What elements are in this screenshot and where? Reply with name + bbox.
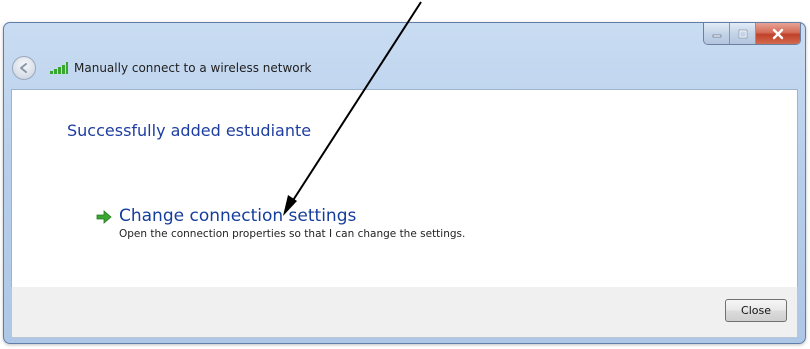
nav-bar: Manually connect to a wireless network [12,54,312,82]
minimize-button[interactable] [704,23,730,44]
option-title[interactable]: Change connection settings [119,206,465,227]
back-button[interactable] [12,56,36,80]
close-window-button[interactable] [756,23,800,44]
close-x-icon [772,28,784,39]
maximize-icon [738,29,747,38]
wireless-signal-icon [50,62,68,74]
minimize-icon [712,34,721,37]
change-connection-settings-link[interactable]: Change connection settings Open the conn… [96,206,465,240]
window-title: Manually connect to a wireless network [74,61,312,75]
back-arrow-icon [20,63,27,73]
close-button[interactable]: Close [725,299,787,322]
window-controls [703,23,801,45]
dialog-window: Manually connect to a wireless network S… [3,22,806,344]
option-text: Change connection settings Open the conn… [119,206,465,240]
title-bar: Manually connect to a wireless network [4,23,805,89]
maximize-button[interactable] [730,23,756,44]
success-message: Successfully added estudiante [67,121,312,140]
option-description: Open the connection properties so that I… [119,228,466,240]
green-arrow-icon [96,210,112,224]
dialog-footer: Close [11,287,798,338]
content-area: Successfully added estudiante Change con… [11,89,798,288]
